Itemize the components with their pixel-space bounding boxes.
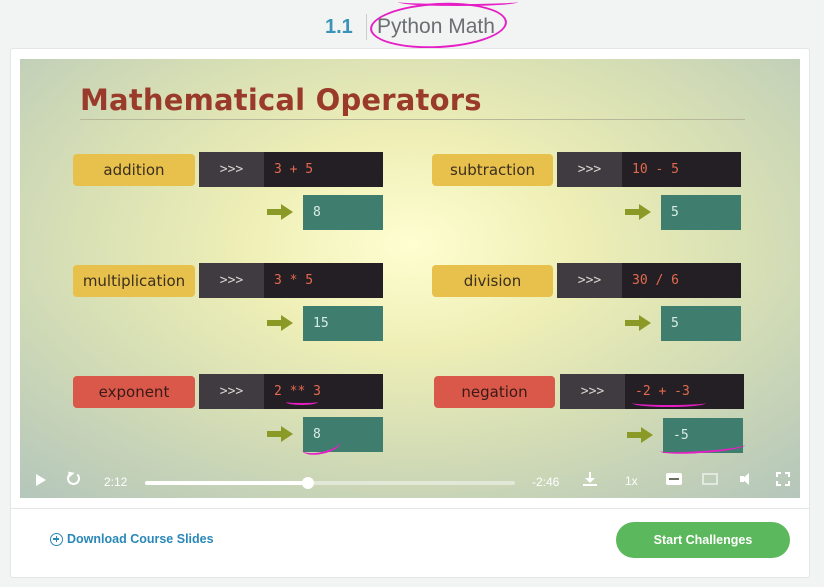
arrow-right-icon: [267, 426, 293, 442]
header-divider: [366, 14, 367, 40]
progress-scrubber[interactable]: [301, 477, 314, 489]
ink-underline-annotation: [632, 399, 706, 407]
ink-underline-annotation: [286, 399, 318, 405]
video-player[interactable]: Mathematical Operators addition >>> 3 + …: [20, 59, 800, 498]
lesson-header: 1.1 Python Math: [0, 0, 824, 52]
playback-speed-button[interactable]: 1x: [625, 474, 638, 488]
download-slides-link[interactable]: Download Course Slides: [50, 532, 214, 546]
plus-circle-icon: [50, 532, 63, 546]
remaining-time: -2:46: [532, 475, 560, 489]
lesson-number: 1.1: [325, 16, 353, 38]
start-challenges-button[interactable]: Start Challenges: [616, 522, 790, 558]
volume-icon[interactable]: [739, 471, 755, 487]
code-expression: 2 ** 3: [264, 374, 383, 409]
operator-label-subtraction: subtraction: [432, 154, 553, 186]
picture-in-picture-icon[interactable]: [702, 473, 718, 485]
footer-divider: [10, 508, 810, 509]
progress-fill: [145, 481, 308, 485]
elapsed-time: 2:12: [104, 475, 128, 489]
operator-label-exponent: exponent: [73, 376, 195, 408]
prompt-symbol: >>>: [199, 152, 264, 187]
code-expression: 3 + 5: [264, 152, 383, 187]
prompt-symbol: >>>: [199, 374, 264, 409]
ink-circle-annotation: [368, 0, 509, 52]
result-addition: 8: [303, 195, 383, 230]
arrow-right-icon: [267, 315, 293, 331]
play-icon[interactable]: [36, 474, 46, 486]
code-prompt-multiplication: >>> 3 * 5: [199, 263, 383, 298]
operator-label-division: division: [432, 265, 553, 297]
prompt-symbol: >>>: [560, 374, 625, 409]
slide-title: Mathematical Operators: [80, 83, 482, 117]
code-expression: 10 - 5: [622, 152, 741, 187]
operator-label-negation: negation: [434, 376, 555, 408]
prompt-symbol: >>>: [557, 263, 622, 298]
arrow-right-icon: [625, 204, 651, 220]
code-prompt-subtraction: >>> 10 - 5: [557, 152, 741, 187]
prompt-symbol: >>>: [557, 152, 622, 187]
operator-label-addition: addition: [73, 154, 195, 186]
result-multiplication: 15: [303, 306, 383, 341]
code-prompt-addition: >>> 3 + 5: [199, 152, 383, 187]
captions-icon[interactable]: [666, 473, 682, 485]
arrow-right-icon: [627, 427, 653, 443]
player-controls: 2:12 -2:46 1x: [20, 462, 800, 498]
code-expression: 30 / 6: [622, 263, 741, 298]
arrow-right-icon: [267, 204, 293, 220]
prompt-symbol: >>>: [199, 263, 264, 298]
fullscreen-icon[interactable]: [775, 471, 791, 487]
progress-bar[interactable]: [145, 477, 515, 489]
result-subtraction: 5: [661, 195, 741, 230]
download-icon[interactable]: [582, 471, 598, 487]
slide-divider: [80, 119, 745, 120]
arrow-right-icon: [625, 315, 651, 331]
operator-label-multiplication: multiplication: [73, 265, 195, 297]
replay-icon[interactable]: [67, 472, 80, 485]
code-prompt-division: >>> 30 / 6: [557, 263, 741, 298]
result-division: 5: [661, 306, 741, 341]
download-slides-label: Download Course Slides: [67, 532, 214, 546]
code-expression: 3 * 5: [264, 263, 383, 298]
